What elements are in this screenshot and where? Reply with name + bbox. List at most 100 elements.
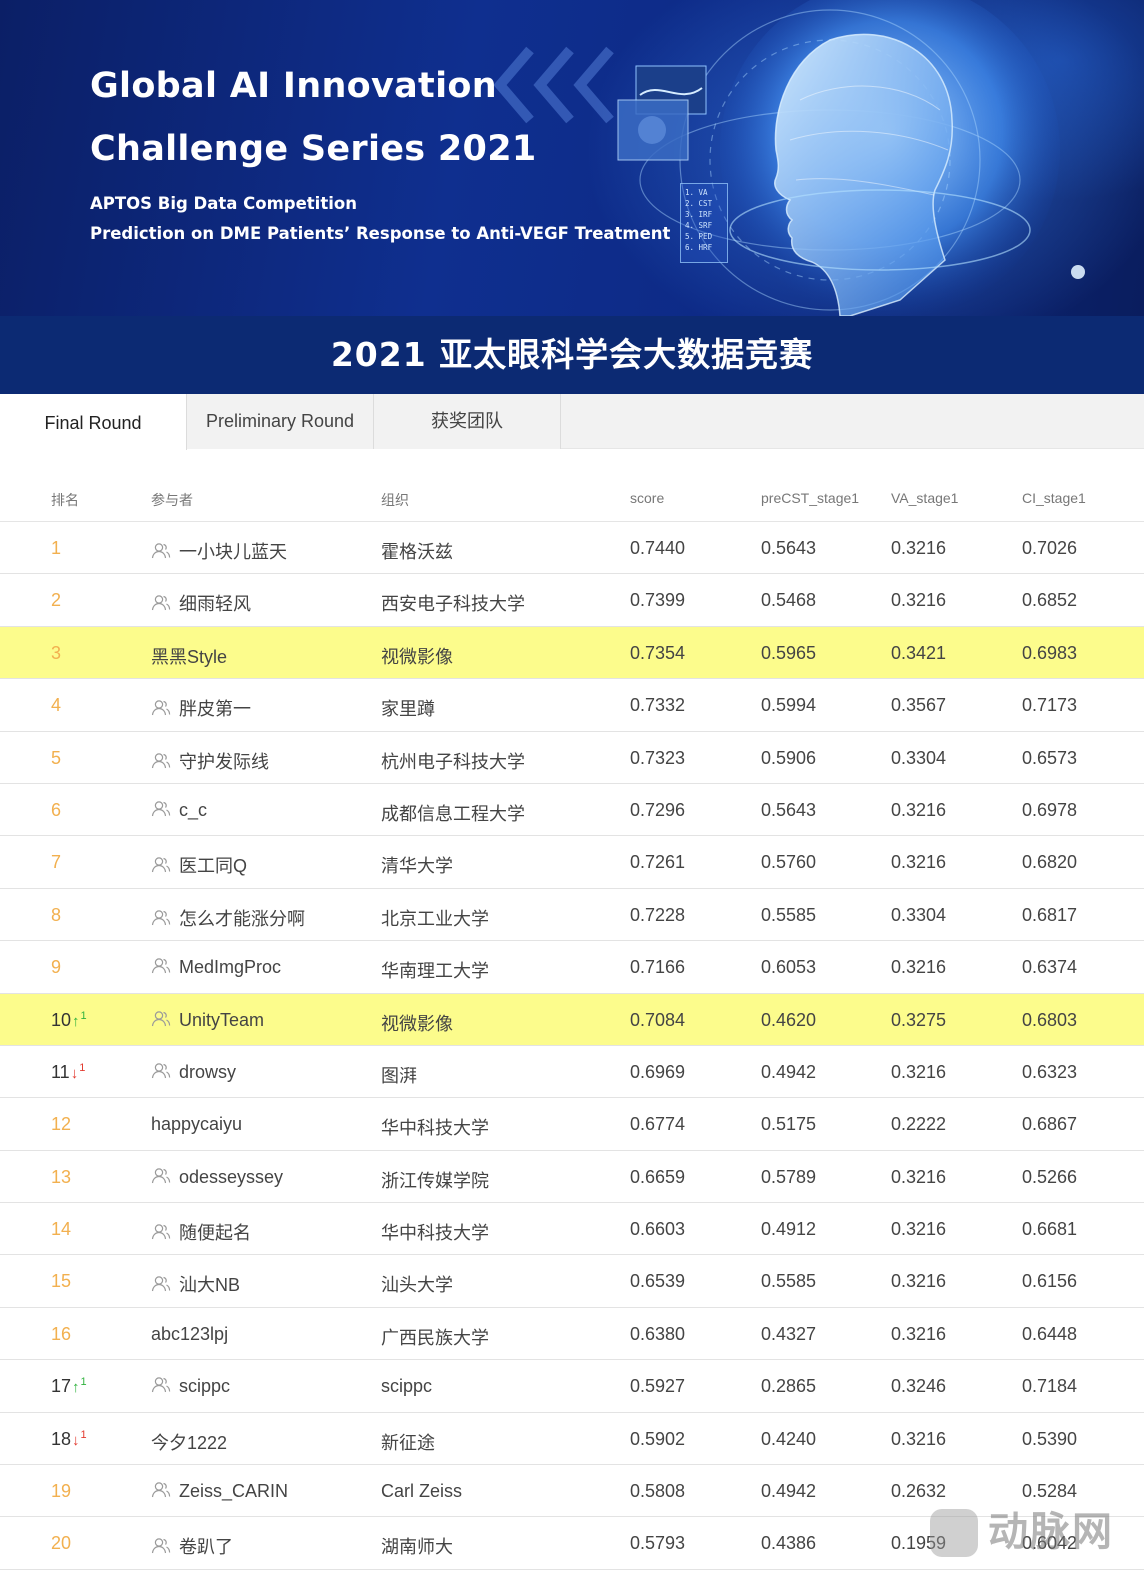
participant-cell: Zeiss_CARIN <box>151 1481 288 1502</box>
participant-name: odesseyssey <box>179 1166 284 1187</box>
table-row[interactable]: 1 一小块儿蓝天 霍格沃兹 0.7440 0.5643 0.3216 0.7026 <box>0 522 1144 575</box>
table-row[interactable]: 3 黑黑Style 视微影像 0.7354 0.5965 0.3421 0.6983 <box>0 626 1144 680</box>
table-row[interactable]: 5 守护发际线 杭州电子科技大学 0.7323 0.5906 0.3304 0.6573 <box>0 732 1144 784</box>
organization-cell: 华南理工大学 <box>381 961 489 982</box>
team-icon <box>151 856 171 874</box>
participant-cell: c_c <box>151 800 207 821</box>
participant-cell: abc123lpj <box>151 1324 228 1345</box>
rank-number: 3 <box>51 642 62 663</box>
precst-cell: 0.5789 <box>761 1166 817 1187</box>
table-row[interactable]: 10↑1 UnityTeam 视微影像 0.7084 0.4620 0.3275 0.680… <box>0 993 1144 1046</box>
precst-cell: 0.5468 <box>761 590 817 611</box>
ci-cell: 0.6803 <box>1022 1009 1078 1030</box>
rank-cell: 11↓1 <box>51 1062 85 1083</box>
rank-number: 2 <box>51 590 62 611</box>
precst-cell: 0.5175 <box>761 1114 817 1135</box>
tab-final-round[interactable]: Final Round <box>0 394 187 450</box>
va-cell: 0.3216 <box>891 799 947 820</box>
rank-cell: 9 <box>51 957 61 978</box>
table-row[interactable]: 14 随便起名 华中科技大学 0.6603 0.4912 0.3216 0.6681 <box>0 1203 1144 1256</box>
organization-cell: Carl Zeiss <box>381 1481 463 1502</box>
participant-name: 黑黑Style <box>151 646 228 667</box>
head-illustration-icon <box>617 0 1085 316</box>
header-va: VA_stage1 <box>891 490 959 506</box>
team-icon <box>151 752 171 770</box>
arrow-down-icon: ↓ <box>70 1064 79 1082</box>
participant-name: Zeiss_CARIN <box>179 1481 289 1502</box>
va-cell: 0.3567 <box>891 695 947 716</box>
score-cell: 0.6380 <box>630 1323 686 1344</box>
table-row[interactable]: 13 odesseyssey 浙江传媒学院 0.6659 0.5789 0.3216 0.5… <box>0 1151 1144 1204</box>
rank-cell: 18↓1 <box>51 1429 87 1450</box>
header-participant: 参与者 <box>151 492 193 508</box>
precst-cell: 0.5585 <box>761 904 817 925</box>
participant-name: abc123lpj <box>151 1323 229 1344</box>
team-icon <box>151 594 171 612</box>
organization-cell: 新征途 <box>381 1432 435 1453</box>
arrow-up-icon: ↑ <box>72 1012 80 1030</box>
table-row[interactable]: 9 MedImgProc 华南理工大学 0.7166 0.6053 0.3216 0.637… <box>0 941 1144 994</box>
ci-cell: 0.6573 <box>1022 747 1078 768</box>
rank-cell: 6 <box>51 800 61 821</box>
table-row[interactable]: 7 医工同Q 清华大学 0.7261 0.5760 0.3216 0.6820 <box>0 836 1144 889</box>
participant-cell: 随便起名 <box>151 1219 251 1245</box>
table-row[interactable]: 18↓1 今夕1222 新征途 0.5902 0.4240 0.3216 0.5390 <box>0 1413 1144 1466</box>
score-cell: 0.7228 <box>630 904 686 925</box>
va-cell: 0.3216 <box>891 1271 947 1292</box>
organization-cell: 西安电子科技大学 <box>381 594 525 615</box>
participant-name: 怎么才能涨分啊 <box>179 908 305 929</box>
rank-cell: 12 <box>51 1114 71 1135</box>
organization-cell: 视微影像 <box>381 1013 453 1034</box>
participant-name: 汕大NB <box>179 1275 241 1296</box>
participant-cell: 汕大NB <box>151 1271 240 1297</box>
leaderboard-table: 排名 参与者 组织 score preCST_stage1 VA_stage1 … <box>0 470 1144 1570</box>
rank-number: 14 <box>51 1219 72 1240</box>
precst-cell: 0.4386 <box>761 1533 817 1554</box>
precst-cell: 0.4942 <box>761 1481 817 1502</box>
table-row[interactable]: 12 happycaiyu 华中科技大学 0.6774 0.5175 0.2222 0.68… <box>0 1098 1144 1151</box>
panel-line: 5. PED <box>685 232 713 241</box>
table-row[interactable]: 17↑1 scippc scippc 0.5927 0.2865 0.3246 0.7184 <box>0 1360 1144 1413</box>
score-cell: 0.6603 <box>630 1219 686 1240</box>
organization-cell: 浙江传媒学院 <box>381 1170 489 1191</box>
participant-name: 卷趴了 <box>179 1537 233 1558</box>
banner-subtitle-line1: APTOS Big Data Competition <box>90 194 357 213</box>
score-cell: 0.7332 <box>630 695 686 716</box>
team-icon <box>151 800 171 818</box>
header-precst: preCST_stage1 <box>761 490 860 506</box>
organization-cell: 广西民族大学 <box>381 1327 489 1348</box>
rank-number: 11 <box>51 1061 70 1082</box>
panel-line: 6. HRF <box>685 243 713 252</box>
ci-cell: 0.6978 <box>1022 799 1078 820</box>
hero-banner: 1. VA 2. CST 3. IRF 4. SRF 5. PED 6. HRF… <box>0 0 1144 316</box>
precst-cell: 0.5643 <box>761 538 817 558</box>
table-row[interactable]: 15 汕大NB 汕头大学 0.6539 0.5585 0.3216 0.6156 <box>0 1255 1144 1308</box>
table-body: 1 一小块儿蓝天 霍格沃兹 0.7440 0.5643 0.3216 0.7026 2 细雨轻风… <box>0 522 1144 1570</box>
table-row[interactable]: 16 abc123lpj 广西民族大学 0.6380 0.4327 0.3216 0.644… <box>0 1308 1144 1361</box>
score-cell: 0.7440 <box>630 538 686 558</box>
table-row[interactable]: 2 细雨轻风 西安电子科技大学 0.7399 0.5468 0.3216 0.6852 <box>0 574 1144 627</box>
participant-cell: 胖皮第一 <box>151 695 251 721</box>
table-row[interactable]: 8 怎么才能涨分啊 北京工业大学 0.7228 0.5585 0.3304 0.6817 <box>0 889 1144 942</box>
watermark: 动脉网 <box>930 1497 1135 1567</box>
team-icon <box>151 909 171 927</box>
feature-list-panel: 1. VA 2. CST 3. IRF 4. SRF 5. PED 6. HRF <box>680 183 728 263</box>
va-cell: 0.3275 <box>891 1009 947 1030</box>
score-cell: 0.5793 <box>630 1533 686 1554</box>
table-row[interactable]: 4 胖皮第一 家里蹲 0.7332 0.5994 0.3567 0.7173 <box>0 679 1144 732</box>
rank-number: 17 <box>51 1376 72 1397</box>
rank-number: 16 <box>51 1323 72 1344</box>
rank-cell: 10↑1 <box>51 1010 87 1031</box>
participant-cell: 今夕1222 <box>151 1429 227 1455</box>
participant-cell: 黑黑Style <box>151 643 227 669</box>
participant-cell: 细雨轻风 <box>151 590 251 616</box>
rank-cell: 14 <box>51 1219 71 1240</box>
table-row[interactable]: 11↓1 drowsy 图湃 0.6969 0.4942 0.3216 0.6323 <box>0 1046 1144 1099</box>
tab-award-teams[interactable]: 获奖团队 <box>374 394 561 449</box>
table-row[interactable]: 6 c_c 成都信息工程大学 0.7296 0.5643 0.3216 0.6978 <box>0 784 1144 837</box>
rank-delta: 1 <box>80 1376 87 1389</box>
va-cell: 0.3216 <box>891 590 947 611</box>
score-cell: 0.6774 <box>630 1114 686 1135</box>
tab-preliminary-round[interactable]: Preliminary Round <box>187 394 374 449</box>
precst-cell: 0.5906 <box>761 747 817 768</box>
